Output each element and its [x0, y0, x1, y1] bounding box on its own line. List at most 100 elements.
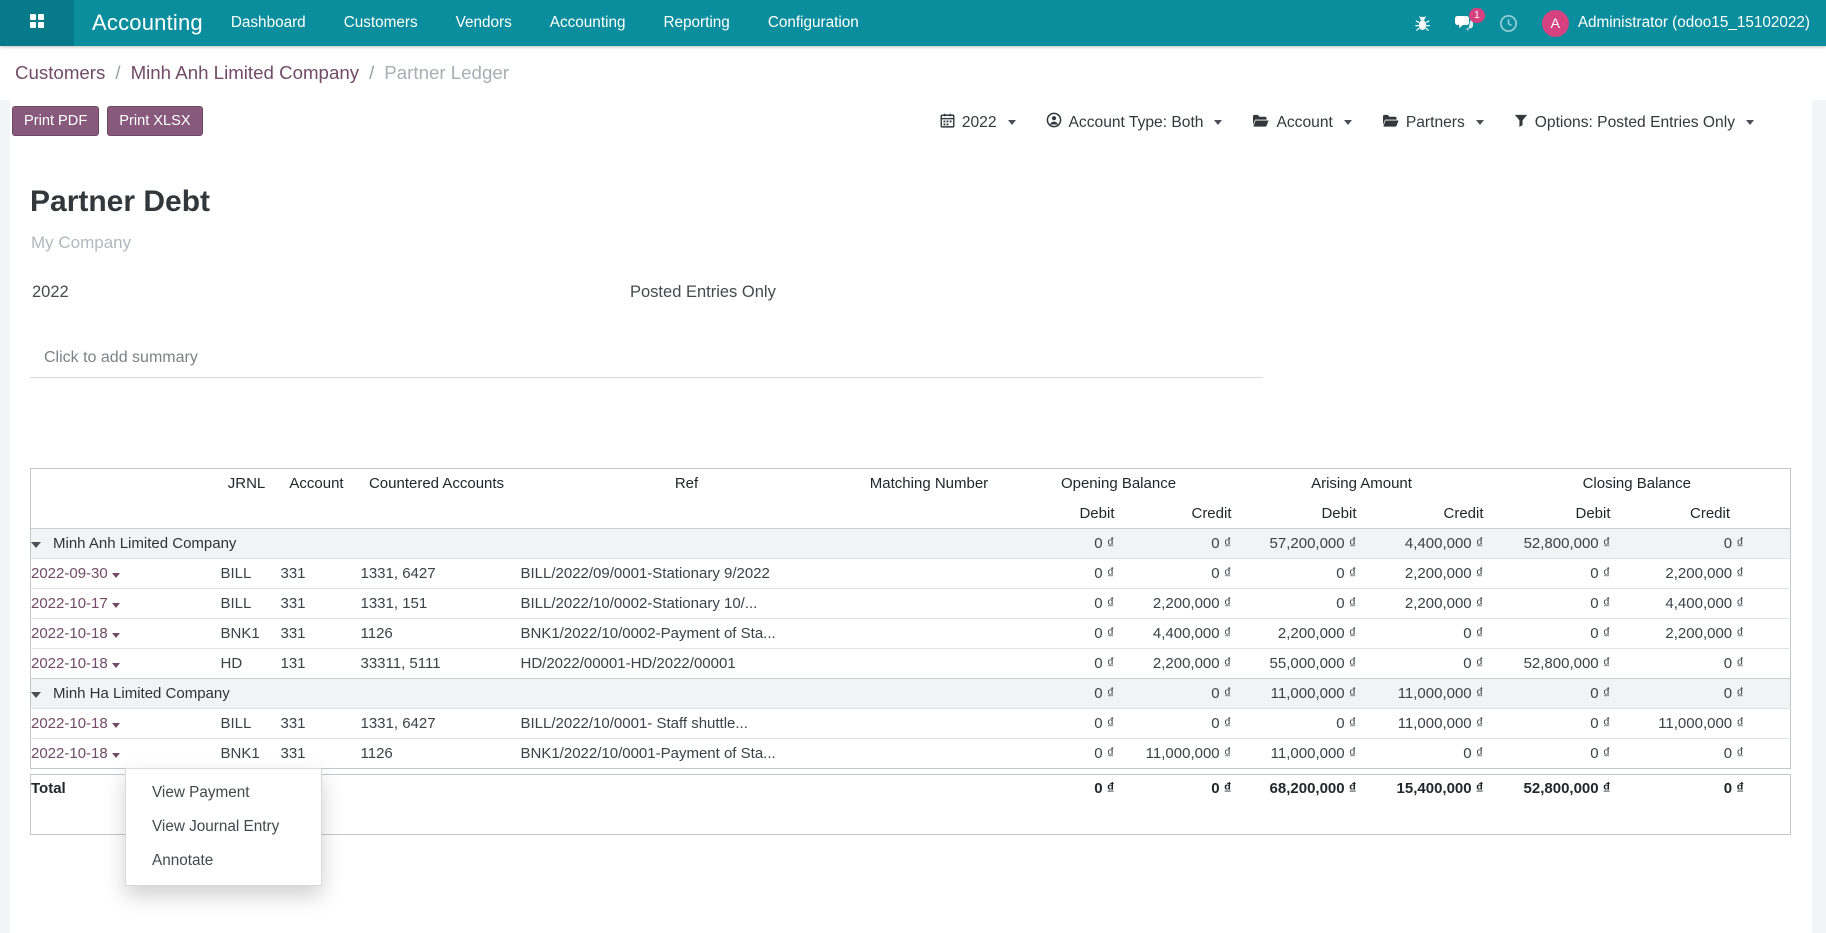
entry-date-cell: 2022-09-30 [31, 559, 221, 589]
partner-group-name[interactable]: Minh Ha Limited Company [31, 679, 1006, 709]
total-arising-credit: 15,400,000 ₫ [1365, 775, 1492, 835]
apps-menu-button[interactable] [0, 0, 74, 46]
breadcrumb-partner[interactable]: Minh Anh Limited Company [131, 62, 360, 84]
partner-group-name[interactable]: Minh Anh Limited Company [31, 529, 1006, 559]
total-arising-debit: 68,200,000 ₫ [1240, 775, 1365, 835]
filter-account-label: Account [1276, 114, 1332, 132]
summary-input[interactable]: Click to add summary [30, 343, 1263, 378]
entry-date-dropdown[interactable]: 2022-09-30 [31, 565, 120, 582]
col-ref-header: Ref [521, 469, 861, 499]
content-background: Print PDF Print XLSX 2022 Account Type: … [0, 100, 1826, 933]
entry-amount-cell: 2,200,000 ₫ [1123, 649, 1240, 679]
entry-amount-cell: 0 ₫ [1006, 589, 1123, 619]
chevron-down-icon [112, 753, 120, 758]
top-navbar: Accounting Dashboard Customers Vendors A… [0, 0, 1826, 46]
entry-date-cell: 2022-10-17 [31, 589, 221, 619]
group-amount-cell: 0 ₫ [1492, 679, 1619, 709]
entry-amount-cell: 52,800,000 ₫ [1492, 649, 1619, 679]
entry-account-cell: 331 [281, 589, 361, 619]
nav-menu: Dashboard Customers Vendors Accounting R… [231, 14, 859, 32]
nav-item-customers[interactable]: Customers [344, 14, 418, 32]
entry-amount-cell: 0 ₫ [1123, 709, 1240, 739]
group-opening-balance-header: Opening Balance [1006, 469, 1240, 499]
debug-bug-icon[interactable] [1414, 15, 1431, 32]
entry-context-menu: View Payment View Journal Entry Annotate [125, 768, 322, 886]
entry-amount-cell: 11,000,000 ₫ [1123, 739, 1240, 769]
entry-date-dropdown[interactable]: 2022-10-18 [31, 625, 120, 642]
breadcrumb-separator: / [115, 62, 120, 84]
entry-amount-cell: 0 ₫ [1619, 649, 1791, 679]
user-menu[interactable]: A Administrator (odoo15_15102022) [1542, 10, 1810, 37]
entry-date-dropdown[interactable]: 2022-10-17 [31, 595, 120, 612]
messages-chat-icon[interactable]: 1 [1455, 15, 1475, 32]
group-amount-cell: 0 ₫ [1006, 679, 1123, 709]
entry-amount-cell: 2,200,000 ₫ [1619, 619, 1791, 649]
print-pdf-button[interactable]: Print PDF [12, 106, 99, 136]
entry-jrnl-cell: BILL [221, 589, 281, 619]
entry-date-cell: 2022-10-18 [31, 739, 221, 769]
entry-account-cell: 331 [281, 619, 361, 649]
filter-options[interactable]: Options: Posted Entries Only [1514, 113, 1754, 133]
nav-item-vendors[interactable]: Vendors [456, 14, 512, 32]
app-brand[interactable]: Accounting [92, 10, 203, 36]
entry-jrnl-cell: BILL [221, 559, 281, 589]
ledger-entry-row: 2022-10-17BILL3311331, 151BILL/2022/10/0… [31, 589, 1791, 619]
entry-account-cell: 331 [281, 709, 361, 739]
entry-countered-cell: 1126 [361, 619, 521, 649]
filter-date[interactable]: 2022 [940, 113, 1016, 133]
chevron-down-icon [112, 633, 120, 638]
nav-item-configuration[interactable]: Configuration [768, 14, 859, 32]
partner-group-row[interactable]: Minh Anh Limited Company0 ₫0 ₫57,200,000… [31, 529, 1791, 559]
entry-amount-cell: 0 ₫ [1123, 559, 1240, 589]
menu-item-annotate[interactable]: Annotate [126, 844, 321, 878]
partner-group-row[interactable]: Minh Ha Limited Company0 ₫0 ₫11,000,000 … [31, 679, 1791, 709]
filter-account-type[interactable]: Account Type: Both [1046, 112, 1223, 133]
nav-item-reporting[interactable]: Reporting [663, 14, 729, 32]
filter-partners-label: Partners [1406, 114, 1465, 132]
group-amount-cell: 11,000,000 ₫ [1365, 679, 1492, 709]
chevron-down-icon [1476, 120, 1484, 125]
entry-amount-cell: 0 ₫ [1240, 559, 1365, 589]
print-xlsx-button[interactable]: Print XLSX [107, 106, 202, 136]
menu-item-view-journal-entry[interactable]: View Journal Entry [126, 810, 321, 844]
entry-matching-cell [861, 739, 1006, 769]
ledger-entry-row: 2022-10-18BNK13311126BNK1/2022/10/0001-P… [31, 739, 1791, 769]
menu-item-view-payment[interactable]: View Payment [126, 776, 321, 810]
entry-amount-cell: 11,000,000 ₫ [1619, 709, 1791, 739]
entry-ref-cell: BNK1/2022/10/0002-Payment of Sta... [521, 619, 861, 649]
entry-jrnl-cell: BILL [221, 709, 281, 739]
collapse-caret-icon[interactable] [31, 542, 41, 548]
group-amount-cell: 0 ₫ [1123, 529, 1240, 559]
entry-matching-cell [861, 559, 1006, 589]
entry-account-cell: 331 [281, 559, 361, 589]
entry-ref-cell: HD/2022/00001-HD/2022/00001 [521, 649, 861, 679]
entry-date-cell: 2022-10-18 [31, 709, 221, 739]
entry-countered-cell: 1331, 6427 [361, 709, 521, 739]
breadcrumb-customers[interactable]: Customers [15, 62, 105, 84]
entry-date-dropdown[interactable]: 2022-10-18 [31, 655, 120, 672]
activities-clock-icon[interactable] [1499, 14, 1518, 33]
entry-amount-cell: 0 ₫ [1240, 589, 1365, 619]
entry-matching-cell [861, 709, 1006, 739]
partner-name-label: Minh Ha Limited Company [53, 685, 230, 702]
folder-icon [1382, 113, 1399, 133]
entry-ref-cell: BNK1/2022/10/0001-Payment of Sta... [521, 739, 861, 769]
breadcrumb: Customers / Minh Anh Limited Company / P… [15, 62, 509, 84]
filter-partners[interactable]: Partners [1382, 113, 1484, 133]
entry-ref-cell: BILL/2022/09/0001-Stationary 9/2022 [521, 559, 861, 589]
ledger-entry-row: 2022-09-30BILL3311331, 6427BILL/2022/09/… [31, 559, 1791, 589]
filter-account[interactable]: Account [1252, 113, 1351, 133]
entry-amount-cell: 4,400,000 ₫ [1619, 589, 1791, 619]
folder-icon [1252, 113, 1269, 133]
filter-account-type-label: Account Type: Both [1069, 114, 1204, 132]
group-amount-cell: 4,400,000 ₫ [1365, 529, 1492, 559]
collapse-caret-icon[interactable] [31, 692, 41, 698]
report-filters: 2022 Account Type: Both Account [940, 112, 1754, 133]
entry-date-dropdown[interactable]: 2022-10-18 [31, 715, 120, 732]
nav-item-accounting[interactable]: Accounting [550, 14, 626, 32]
control-panel: Customers / Minh Anh Limited Company / P… [0, 46, 1826, 100]
nav-item-dashboard[interactable]: Dashboard [231, 14, 306, 32]
odoo-accounting-app: Accounting Dashboard Customers Vendors A… [0, 0, 1826, 933]
chevron-down-icon [1746, 120, 1754, 125]
entry-date-dropdown[interactable]: 2022-10-18 [31, 745, 120, 762]
